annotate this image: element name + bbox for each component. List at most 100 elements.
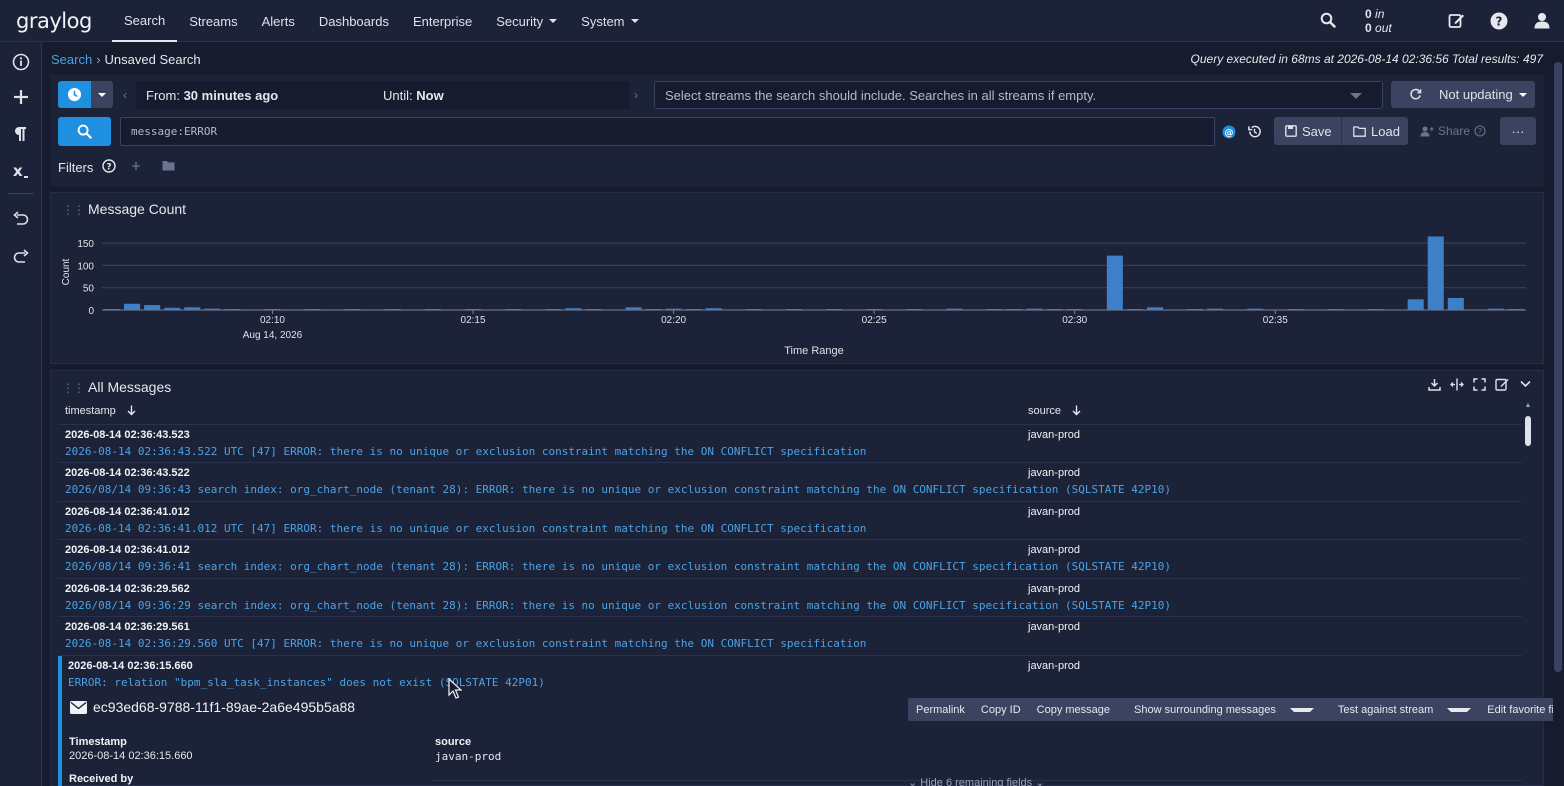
load-button[interactable]: Load [1342, 117, 1408, 145]
page-scrollbar[interactable] [1553, 42, 1564, 786]
nav-alerts[interactable]: Alerts [250, 0, 307, 42]
sort-arrow-down-icon[interactable] [127, 405, 136, 416]
drag-handle-icon[interactable]: ⋮⋮ [62, 381, 85, 395]
nav-streams[interactable]: Streams [177, 0, 249, 42]
chevron-down-icon [1350, 93, 1362, 99]
search-icon[interactable] [1320, 12, 1336, 28]
hide-fields-label: Hide 6 remaining fields [920, 777, 1033, 786]
chevron-down-icon [549, 19, 558, 23]
search-submit-button[interactable] [58, 117, 111, 146]
message-text: 2026/08/14 09:36:41 search index: org_ch… [65, 560, 1171, 573]
permalink-button[interactable]: Permalink [908, 704, 973, 716]
graylog-logo[interactable]: graylog [16, 9, 92, 33]
search-query-input[interactable]: message:ERROR [120, 117, 1215, 146]
share-button[interactable]: Share ? [1420, 124, 1486, 138]
copy-message-button[interactable]: Copy message [1029, 704, 1118, 716]
chevron-down-icon [1518, 92, 1527, 97]
message-row[interactable]: 2026-08-14 02:36:29.562 javan-prod 2026/… [58, 579, 1522, 617]
column-width-icon[interactable] [1450, 378, 1464, 391]
scrollbar-thumb[interactable] [1525, 416, 1531, 446]
chevron-down-icon[interactable] [1520, 380, 1531, 388]
message-row[interactable]: 2026-08-14 02:36:41.012 javan-prod 2026-… [58, 502, 1522, 540]
nav-security-label: Security [496, 13, 544, 29]
paragraph-icon[interactable] [9, 122, 33, 146]
y-tick-label: 0 [88, 306, 94, 317]
show-surrounding-messages-button[interactable]: Show surrounding messages [1118, 704, 1322, 716]
time-range-display[interactable]: From: 30 minutes ago Until: Now [136, 81, 630, 109]
breadcrumb: Search › Unsaved Search [51, 52, 201, 67]
chart-bar [1126, 309, 1143, 310]
chart-bar [625, 307, 642, 310]
history-icon[interactable] [1247, 124, 1262, 139]
expand-icon[interactable] [1473, 378, 1486, 391]
chart-bar [585, 309, 602, 310]
add-filter-icon[interactable] [131, 161, 141, 171]
messages-scrollbar[interactable]: ▲ [1524, 402, 1532, 786]
test-against-stream-button[interactable]: Test against stream [1322, 704, 1479, 716]
undo-icon[interactable] [9, 207, 33, 231]
refresh-button[interactable]: Not updating [1391, 81, 1535, 108]
show-surrounding-label: Show surrounding messages [1134, 703, 1276, 716]
query-validation-icon[interactable]: @ [1222, 125, 1236, 139]
time-range-dropdown[interactable] [91, 81, 113, 108]
message-row[interactable]: 2026-08-14 02:36:43.522 javan-prod 2026/… [58, 463, 1522, 502]
x-date-label: Aug 14, 2026 [243, 330, 303, 341]
hide-fields-toggle[interactable]: ⌄ Hide 6 remaining fields ⌄ [908, 776, 1044, 786]
column-header-timestamp[interactable]: timestamp [65, 405, 136, 417]
chart-bar [1026, 308, 1043, 310]
nav-enterprise[interactable]: Enterprise [401, 0, 484, 42]
help-circle-icon[interactable]: ? [102, 159, 116, 173]
sort-arrow-down-icon[interactable] [1072, 405, 1081, 416]
message-timestamp: 2026-08-14 02:36:41.012 [65, 506, 190, 518]
streams-select[interactable]: Select streams the search should include… [654, 81, 1383, 109]
info-icon[interactable] [9, 50, 33, 74]
user-icon[interactable] [1534, 12, 1550, 29]
breadcrumb-search-link[interactable]: Search [51, 52, 92, 67]
nav-search[interactable]: Search [112, 0, 178, 42]
plus-icon[interactable] [9, 85, 33, 109]
edit-favorite-fields-button[interactable]: Edit favorite fields [1479, 704, 1564, 716]
chart-bar [1207, 308, 1224, 310]
message-text: 2026-08-14 02:36:29.560 UTC [47] ERROR: … [65, 637, 867, 650]
nav-dashboards[interactable]: Dashboards [307, 0, 401, 42]
y-tick-label: 50 [83, 284, 95, 295]
nav-search-label: Search [124, 12, 166, 28]
message-row-selected[interactable]: 2026-08-14 02:36:15.660 javan-prod ERROR… [58, 656, 1522, 694]
y-axis-label: Count [61, 258, 72, 285]
column-header-source[interactable]: source [1028, 405, 1081, 417]
x-tick-label: 02:15 [461, 315, 486, 326]
edit-note-icon[interactable] [1448, 12, 1465, 29]
parameters-icon[interactable]: x [9, 159, 33, 183]
download-icon[interactable] [1428, 378, 1441, 391]
nav-dashboards-label: Dashboards [318, 13, 389, 29]
nav-security[interactable]: Security [484, 0, 569, 42]
chart-bar [1507, 309, 1524, 310]
refresh-label: Not updating [1439, 87, 1513, 102]
chart-bar [505, 309, 522, 310]
throughput-indicator[interactable]: 0 in 0 out [1365, 8, 1392, 34]
chart-bar [1407, 299, 1424, 310]
sidebar-divider [8, 193, 34, 194]
scroll-up-icon[interactable]: ▲ [1524, 402, 1532, 410]
chevron-left-icon[interactable]: ‹ [123, 88, 127, 102]
chevron-right-icon[interactable]: › [634, 88, 638, 102]
field-label-source[interactable]: source [435, 736, 471, 748]
nav-system-label: System [581, 13, 625, 29]
redo-icon[interactable] [9, 245, 33, 269]
edit-widget-icon[interactable] [1495, 377, 1509, 391]
message-row[interactable]: 2026-08-14 02:36:41.012 javan-prod 2026/… [58, 540, 1522, 579]
copy-id-button[interactable]: Copy ID [973, 704, 1029, 716]
help-icon[interactable]: ? [1490, 12, 1508, 30]
message-row[interactable]: 2026-08-14 02:36:29.561 javan-prod 2026-… [58, 617, 1522, 656]
chart-bar [1066, 309, 1083, 310]
folder-icon[interactable] [162, 160, 175, 171]
chart-bar [465, 309, 482, 310]
message-row[interactable]: 2026-08-14 02:36:43.523 javan-prod 2026-… [58, 425, 1522, 463]
message-source: javan-prod [1028, 621, 1080, 633]
nav-system[interactable]: System [569, 0, 650, 42]
save-button[interactable]: Save [1274, 117, 1342, 145]
more-actions-button[interactable]: ··· [1500, 117, 1536, 145]
page-scrollbar-thumb[interactable] [1554, 62, 1562, 672]
message-source: javan-prod [1028, 660, 1080, 672]
time-range-button[interactable] [58, 81, 91, 108]
